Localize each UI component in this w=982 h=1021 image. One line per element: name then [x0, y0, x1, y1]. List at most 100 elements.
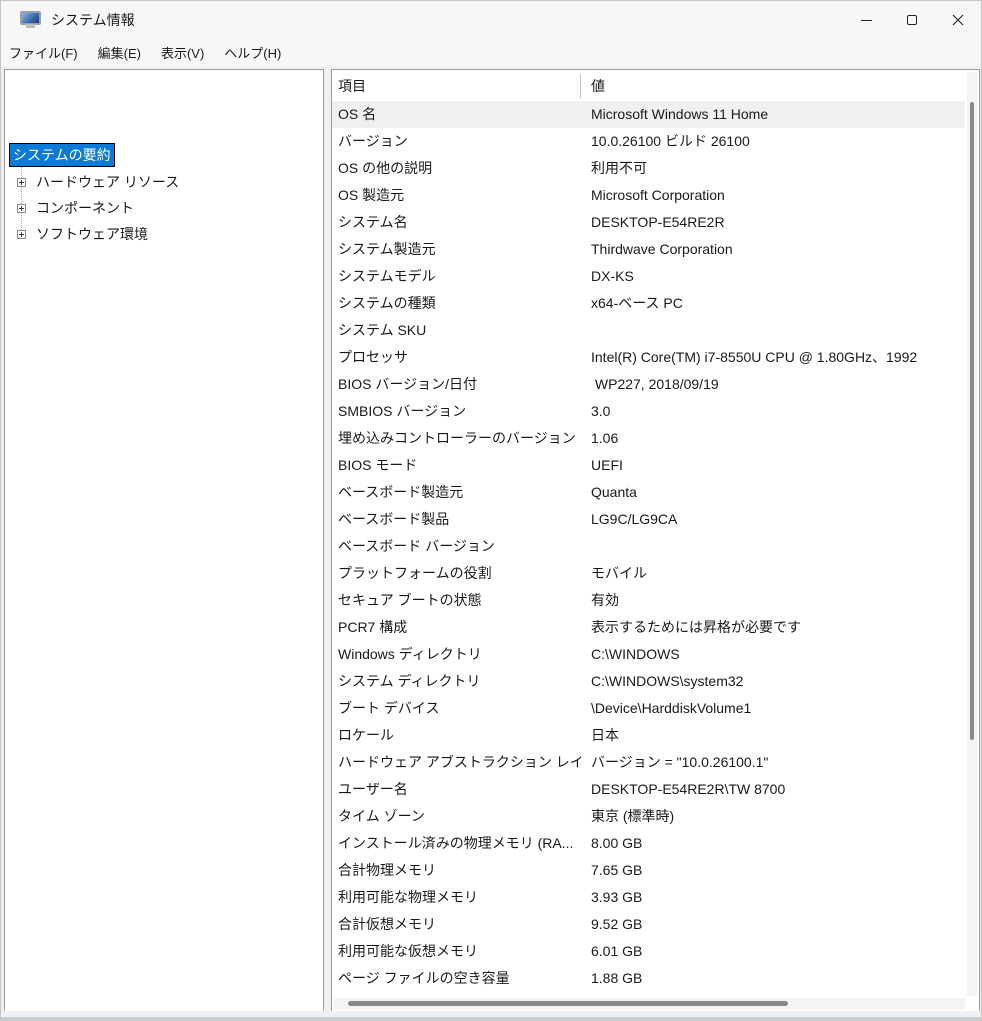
table-row[interactable]: 利用可能な物理メモリ3.93 GB	[332, 884, 965, 911]
horizontal-scrollbar-thumb[interactable]	[348, 1001, 788, 1006]
table-row[interactable]: OS 名Microsoft Windows 11 Home	[332, 101, 965, 128]
row-item-label: OS 製造元	[332, 182, 581, 209]
row-value	[581, 317, 965, 344]
row-value: LG9C/LG9CA	[581, 506, 965, 533]
row-item-label: 利用可能な仮想メモリ	[332, 938, 581, 965]
column-header-item[interactable]: 項目	[332, 74, 581, 98]
row-value: 1.06	[581, 425, 965, 452]
row-value: 1.88 GB	[581, 965, 965, 992]
row-item-label: ハードウェア アブストラクション レイ...	[332, 749, 581, 776]
table-row[interactable]: ベースボード製造元Quanta	[332, 479, 965, 506]
horizontal-scrollbar[interactable]	[334, 998, 965, 1010]
table-row[interactable]: システム製造元Thirdwave Corporation	[332, 236, 965, 263]
row-item-label: SMBIOS バージョン	[332, 398, 581, 425]
row-value: DX-KS	[581, 263, 965, 290]
table-row[interactable]: タイム ゾーン東京 (標準時)	[332, 803, 965, 830]
table-row[interactable]: ハードウェア アブストラクション レイ...バージョン = "10.0.2610…	[332, 749, 965, 776]
row-value: 6.01 GB	[581, 938, 965, 965]
row-value: C:\WINDOWS	[581, 641, 965, 668]
tree-item-label: システムの要約	[10, 144, 114, 166]
table-row[interactable]: ベースボード バージョン	[332, 533, 965, 560]
row-value: Intel(R) Core(TM) i7-8550U CPU @ 1.80GHz…	[581, 344, 965, 371]
row-item-label: OS 名	[332, 101, 581, 128]
row-value: 利用不可	[581, 155, 965, 182]
table-row[interactable]: ベースボード製品LG9C/LG9CA	[332, 506, 965, 533]
row-item-label: ブート デバイス	[332, 695, 581, 722]
row-value: \Device\HarddiskVolume1	[581, 695, 965, 722]
table-row[interactable]: 埋め込みコントローラーのバージョン1.06	[332, 425, 965, 452]
row-item-label: プラットフォームの役割	[332, 560, 581, 587]
table-row[interactable]: システムの種類x64-ベース PC	[332, 290, 965, 317]
window-title: システム情報	[51, 10, 135, 30]
table-row[interactable]: システム名DESKTOP-E54RE2R	[332, 209, 965, 236]
table-row[interactable]: ページ ファイルの空き容量1.88 GB	[332, 965, 965, 992]
table-row[interactable]: OS 製造元Microsoft Corporation	[332, 182, 965, 209]
vertical-scrollbar-thumb[interactable]	[970, 102, 974, 740]
table-row[interactable]: バージョン10.0.26100 ビルド 26100	[332, 128, 965, 155]
menu-item[interactable]: 表示(V)	[151, 39, 214, 66]
expand-plus-icon[interactable]	[17, 204, 26, 213]
row-value: Thirdwave Corporation	[581, 236, 965, 263]
row-item-label: Windows ディレクトリ	[332, 641, 581, 668]
table-row[interactable]: システム SKU	[332, 317, 965, 344]
table-row[interactable]: PCR7 構成表示するためには昇格が必要です	[332, 614, 965, 641]
row-value: 9.52 GB	[581, 911, 965, 938]
details-list-panel: 項目 値 OS 名Microsoft Windows 11 Homeバージョン1…	[331, 69, 980, 1013]
close-button[interactable]	[935, 1, 981, 39]
table-row[interactable]: インストール済みの物理メモリ (RA...8.00 GB	[332, 830, 965, 857]
row-value: 有効	[581, 587, 965, 614]
table-row[interactable]: 合計仮想メモリ9.52 GB	[332, 911, 965, 938]
window-bottom-edge	[1, 1011, 981, 1020]
row-value: UEFI	[581, 452, 965, 479]
caption-buttons	[843, 1, 981, 39]
menu-item[interactable]: ファイル(F)	[1, 39, 88, 66]
table-row[interactable]: BIOS モードUEFI	[332, 452, 965, 479]
titlebar: システム情報	[1, 1, 981, 39]
tree-item-components[interactable]: コンポーネント	[5, 197, 137, 219]
row-item-label: OS の他の説明	[332, 155, 581, 182]
table-row[interactable]: OS の他の説明利用不可	[332, 155, 965, 182]
row-item-label: システム ディレクトリ	[332, 668, 581, 695]
maximize-button[interactable]	[889, 1, 935, 39]
table-row[interactable]: Windows ディレクトリC:\WINDOWS	[332, 641, 965, 668]
column-header-value[interactable]: 値	[581, 74, 979, 98]
list-header: 項目 値	[332, 70, 979, 101]
table-row[interactable]: ロケール日本	[332, 722, 965, 749]
tree-item-label: ハードウェア リソース	[33, 171, 182, 193]
tree-item-software-environment[interactable]: ソフトウェア環境	[5, 223, 151, 245]
row-value: 東京 (標準時)	[581, 803, 965, 830]
table-row[interactable]: SMBIOS バージョン3.0	[332, 398, 965, 425]
row-value: DESKTOP-E54RE2R	[581, 209, 965, 236]
row-item-label: BIOS モード	[332, 452, 581, 479]
expand-plus-icon[interactable]	[17, 230, 26, 239]
row-item-label: ベースボード製品	[332, 506, 581, 533]
table-row[interactable]: 合計物理メモリ7.65 GB	[332, 857, 965, 884]
table-row[interactable]: ブート デバイス\Device\HarddiskVolume1	[332, 695, 965, 722]
row-value: x64-ベース PC	[581, 290, 965, 317]
table-row[interactable]: システムモデルDX-KS	[332, 263, 965, 290]
table-row[interactable]: 利用可能な仮想メモリ6.01 GB	[332, 938, 965, 965]
table-row[interactable]: BIOS バージョン/日付 WP227, 2018/09/19	[332, 371, 965, 398]
row-value: DESKTOP-E54RE2R\TW 8700	[581, 776, 965, 803]
row-value: Microsoft Windows 11 Home	[581, 101, 965, 128]
minimize-button[interactable]	[843, 1, 889, 39]
row-item-label: ロケール	[332, 722, 581, 749]
vertical-scrollbar[interactable]	[967, 72, 977, 996]
menu-item[interactable]: 編集(E)	[88, 39, 151, 66]
table-row[interactable]: セキュア ブートの状態有効	[332, 587, 965, 614]
table-row[interactable]: プロセッサIntel(R) Core(TM) i7-8550U CPU @ 1.…	[332, 344, 965, 371]
table-row[interactable]: システム ディレクトリC:\WINDOWS\system32	[332, 668, 965, 695]
table-row[interactable]: プラットフォームの役割モバイル	[332, 560, 965, 587]
row-item-label: ベースボード製造元	[332, 479, 581, 506]
row-item-label: 埋め込みコントローラーのバージョン	[332, 425, 581, 452]
expand-plus-icon[interactable]	[17, 178, 26, 187]
row-item-label: セキュア ブートの状態	[332, 587, 581, 614]
row-item-label: ベースボード バージョン	[332, 533, 581, 560]
row-item-label: システム名	[332, 209, 581, 236]
tree-item-hardware-resources[interactable]: ハードウェア リソース	[5, 171, 182, 193]
row-value: 表示するためには昇格が必要です	[581, 614, 965, 641]
table-row[interactable]: ユーザー名DESKTOP-E54RE2R\TW 8700	[332, 776, 965, 803]
menu-item[interactable]: ヘルプ(H)	[214, 39, 291, 66]
tree-item-system-summary[interactable]: システムの要約	[5, 144, 114, 166]
system-information-window: システム情報 ファイル(F)編集(E)表示(V)ヘルプ(H) システムの要約ハー…	[0, 0, 982, 1021]
